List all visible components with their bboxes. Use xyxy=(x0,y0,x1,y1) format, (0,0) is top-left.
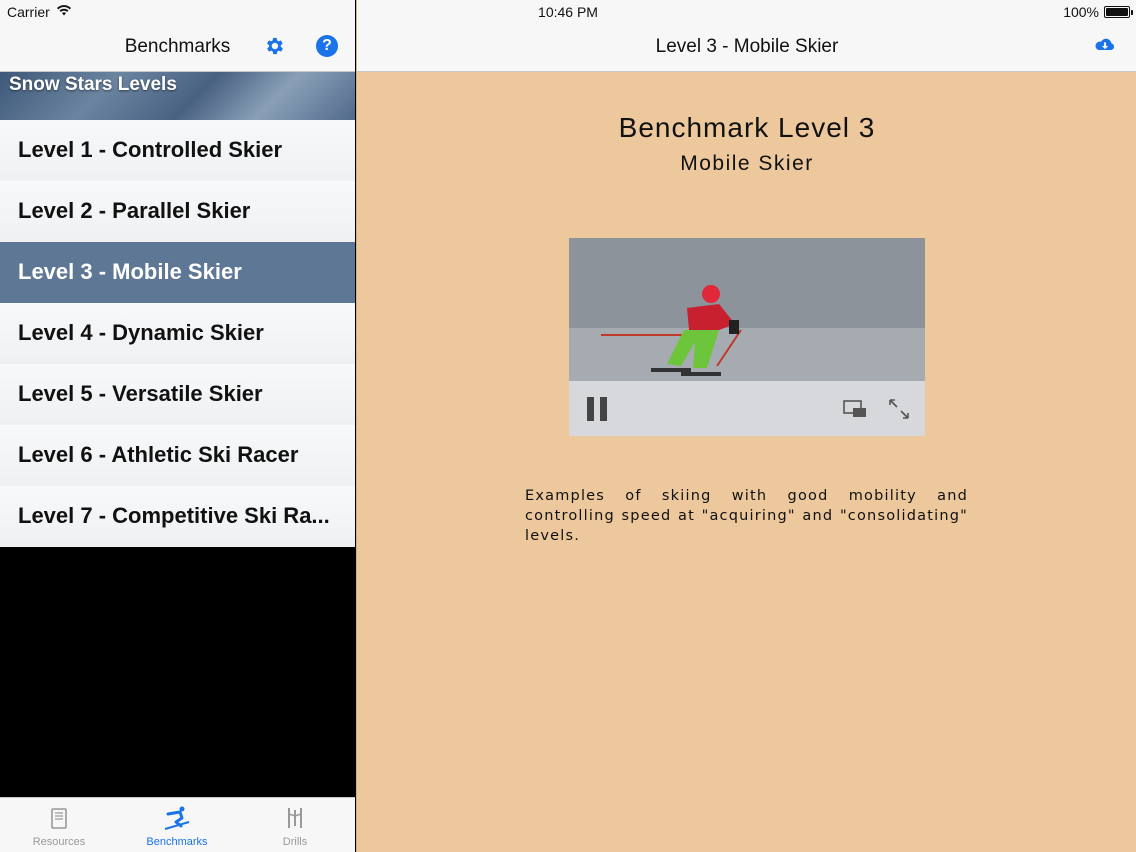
tab-benchmarks[interactable]: Benchmarks xyxy=(118,798,236,852)
gear-icon[interactable] xyxy=(263,35,285,57)
video-player[interactable] xyxy=(569,238,925,436)
level-item-label: Level 3 - Mobile Skier xyxy=(18,259,242,284)
video-controls xyxy=(569,381,925,436)
skier-icon xyxy=(164,806,190,830)
detail-pane: Level 3 - Mobile Skier Benchmark Level 3… xyxy=(356,0,1136,852)
tab-drills[interactable]: Drills xyxy=(236,798,354,852)
detail-title: Level 3 - Mobile Skier xyxy=(655,36,839,57)
level-item-7[interactable]: Level 7 - Competitive Ski Ra... xyxy=(0,486,355,547)
level-item-1[interactable]: Level 1 - Controlled Skier xyxy=(0,120,355,181)
level-item-6[interactable]: Level 6 - Athletic Ski Racer xyxy=(0,425,355,486)
pause-icon[interactable] xyxy=(587,397,609,421)
level-item-2[interactable]: Level 2 - Parallel Skier xyxy=(0,181,355,242)
help-icon[interactable]: ? xyxy=(316,35,338,57)
tab-resources[interactable]: Resources xyxy=(0,798,118,852)
drills-icon xyxy=(288,808,302,828)
level-item-label: Level 5 - Versatile Skier xyxy=(18,381,263,406)
clock: 10:46 PM xyxy=(538,4,598,20)
level-item-label: Level 6 - Athletic Ski Racer xyxy=(18,442,299,467)
battery-percent: 100% xyxy=(1063,4,1099,20)
tab-label: Drills xyxy=(282,836,308,848)
tab-label: Benchmarks xyxy=(146,836,208,848)
level-item-label: Level 4 - Dynamic Skier xyxy=(18,320,264,345)
cloud-download-icon[interactable] xyxy=(1094,36,1116,54)
level-item-5[interactable]: Level 5 - Versatile Skier xyxy=(0,364,355,425)
benchmark-description: Examples of skiing with good mobility an… xyxy=(525,488,968,544)
status-bar: Carrier 10:46 PM 100% xyxy=(0,0,1136,24)
section-header: Snow Stars Levels xyxy=(0,72,355,120)
benchmark-subheading: Mobile Skier xyxy=(680,152,814,175)
benchmark-heading: Benchmark Level 3 xyxy=(618,112,876,143)
level-item-4[interactable]: Level 4 - Dynamic Skier xyxy=(0,303,355,364)
master-pane: Benchmarks ? Snow Stars Levels Level 1 -… xyxy=(0,0,355,852)
book-icon xyxy=(51,808,67,829)
section-header-label: Snow Stars Levels xyxy=(9,74,177,95)
level-item-label: Level 2 - Parallel Skier xyxy=(18,198,251,223)
master-title: Benchmarks xyxy=(124,36,231,57)
level-item-3[interactable]: Level 3 - Mobile Skier xyxy=(0,242,355,303)
tab-bar: Resources Benchmarks Drills xyxy=(0,797,355,852)
fullscreen-icon[interactable] xyxy=(887,397,911,421)
tab-label: Resources xyxy=(32,836,86,848)
picture-in-picture-icon[interactable] xyxy=(843,399,867,419)
video-frame xyxy=(569,238,925,381)
level-list: Level 1 - Controlled Skier Level 2 - Par… xyxy=(0,120,355,547)
battery-icon xyxy=(1104,6,1133,18)
level-item-label: Level 7 - Competitive Ski Ra... xyxy=(18,503,330,528)
level-item-label: Level 1 - Controlled Skier xyxy=(18,137,283,162)
